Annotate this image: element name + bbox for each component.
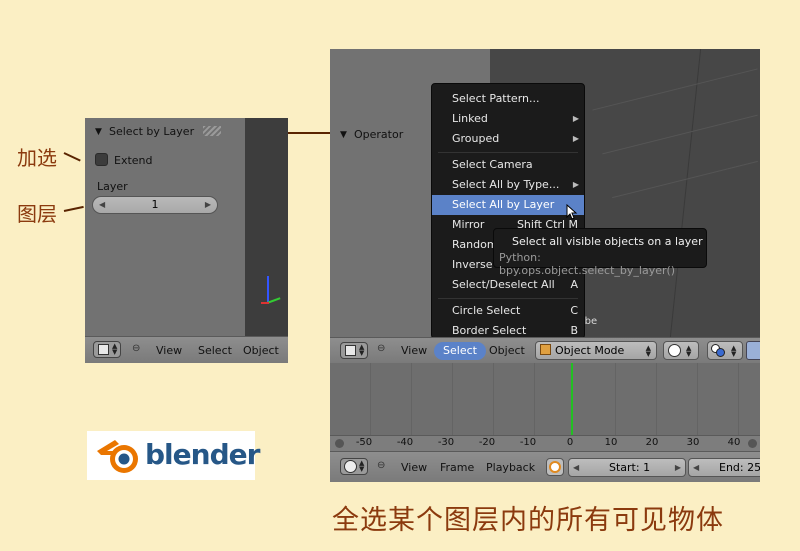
menu-item-select-deselect-all[interactable]: Select/Deselect All A: [432, 275, 584, 295]
drag-handle-icon[interactable]: [203, 126, 221, 136]
annotation-pointer-line: [63, 152, 81, 162]
menu-item-linked[interactable]: Linked ▶: [432, 109, 584, 129]
layer-label: Layer: [97, 180, 128, 193]
sphere-icon: [668, 344, 681, 357]
start-frame-field[interactable]: ◀ Start: 1 ▶: [568, 458, 686, 477]
increment-icon[interactable]: ▶: [205, 197, 211, 213]
menu-frame[interactable]: Frame: [440, 461, 474, 474]
blender-screenshot: (1) Cube ▼ Operator Select Pattern... Li…: [330, 49, 760, 482]
select-menu: Select Pattern... Linked ▶ Grouped ▶ Selec…: [431, 83, 585, 339]
updown-icon: ▲ ▼: [112, 342, 118, 356]
tick-label: 0: [566, 437, 574, 448]
updown-icon: ▲ ▼: [359, 343, 365, 357]
axis-gizmo: [247, 276, 281, 310]
scroll-handle-icon[interactable]: [748, 439, 757, 448]
scroll-handle-icon[interactable]: [335, 439, 344, 448]
pivot-icon: [716, 348, 725, 357]
submenu-arrow-icon: ▶: [572, 114, 579, 123]
end-frame-value: End: 250: [719, 461, 760, 474]
tick-label: -30: [437, 437, 455, 448]
menu-object[interactable]: Object: [243, 344, 279, 357]
panel-title: Select by Layer: [109, 125, 195, 138]
tick-label: 40: [727, 437, 741, 448]
tick-label: 20: [645, 437, 659, 448]
tick-label: 30: [686, 437, 700, 448]
object-mode-icon: [540, 344, 551, 355]
tooltip-python: Python: bpy.ops.object.select_by_layer(): [499, 251, 676, 277]
tick-label: 10: [604, 437, 618, 448]
cube-icon: [98, 344, 109, 355]
menu-select-active[interactable]: Select: [434, 342, 486, 360]
clock-icon: [549, 461, 561, 473]
increment-icon[interactable]: ▶: [675, 459, 681, 476]
menu-view[interactable]: View: [401, 344, 427, 357]
start-frame-value: Start: 1: [609, 461, 651, 474]
decrement-icon[interactable]: ◀: [99, 197, 105, 213]
editor-type-button[interactable]: ▲ ▼: [340, 458, 368, 475]
layer-number-field[interactable]: ◀ 1 ▶: [92, 196, 218, 214]
editor-type-button[interactable]: ▲ ▼: [93, 341, 121, 358]
tick-label: -10: [519, 437, 537, 448]
cube-icon: [345, 345, 356, 356]
timeline-ruler[interactable]: -50 -40 -30 -20 -10 0 10 20 30 40: [330, 435, 760, 451]
updown-icon: ▲ ▼: [645, 344, 651, 358]
extend-label: Extend: [114, 154, 153, 167]
menu-separator: [438, 298, 578, 299]
decrement-icon[interactable]: ◀: [693, 459, 699, 476]
decrement-icon[interactable]: ◀: [573, 459, 579, 476]
menu-item-select-pattern[interactable]: Select Pattern...: [432, 89, 584, 109]
collapse-menu-icon[interactable]: ⊖: [377, 343, 385, 354]
menu-view[interactable]: View: [156, 344, 182, 357]
tick-label: -50: [355, 437, 373, 448]
viewport-shading-button[interactable]: ▲ ▼: [663, 341, 699, 360]
blender-logo: blender: [87, 431, 260, 480]
extend-checkbox[interactable]: [95, 153, 108, 166]
updown-icon: ▲ ▼: [731, 344, 737, 358]
menu-item-select-all-by-type[interactable]: Select All by Type... ▶: [432, 175, 584, 195]
timeline-area[interactable]: [330, 363, 760, 435]
end-frame-field[interactable]: ◀ End: 250: [688, 458, 760, 477]
collapse-menu-icon[interactable]: ⊖: [132, 343, 140, 354]
operator-label: Operator: [354, 128, 404, 141]
tick-label: -20: [478, 437, 496, 448]
annotation-layer: 图层: [17, 202, 57, 226]
menu-separator: [438, 152, 578, 153]
clock-icon: [344, 460, 357, 473]
pivot-point-button[interactable]: ▲ ▼: [707, 341, 743, 360]
menu-view[interactable]: View: [401, 461, 427, 474]
menu-item-grouped[interactable]: Grouped ▶: [432, 129, 584, 149]
submenu-arrow-icon: ▶: [572, 134, 579, 143]
mouse-cursor-icon: [566, 204, 578, 220]
tooltip-description: Select all visible objects on a layer: [512, 235, 703, 248]
editor-type-button[interactable]: ▲ ▼: [340, 342, 368, 359]
tick-label: -40: [396, 437, 414, 448]
menu-item-select-all-by-layer[interactable]: Select All by Layer: [432, 195, 584, 215]
view3d-header: ▲ ▼ ⊖ View Select Object Object Mode ▲ ▼ ▲…: [330, 337, 760, 363]
updown-icon: ▲ ▼: [686, 344, 692, 358]
menu-playback[interactable]: Playback: [486, 461, 535, 474]
manipulator-button[interactable]: [746, 341, 760, 360]
object-mode-dropdown[interactable]: Object Mode ▲ ▼: [535, 341, 657, 360]
menu-object[interactable]: Object: [489, 344, 525, 357]
operator-collapse-icon[interactable]: ▼: [340, 130, 347, 140]
view3d-header: ▲ ▼ ⊖ View Select Object: [85, 336, 288, 363]
timeline-header: ▲ ▼ ⊖ View Frame Playback ◀ Start: 1 ▶ ◀ …: [330, 451, 760, 482]
logo-wordmark: blender: [145, 438, 260, 471]
collapse-menu-icon[interactable]: ⊖: [377, 460, 385, 471]
layer-value: 1: [151, 198, 159, 211]
annotation-add-select: 加选: [17, 146, 57, 170]
preview-range-button[interactable]: [546, 458, 564, 476]
menu-item-circle-select[interactable]: Circle Select C: [432, 301, 584, 321]
submenu-arrow-icon: ▶: [572, 180, 579, 189]
updown-icon: ▲ ▼: [359, 459, 365, 473]
collapse-triangle-icon[interactable]: ▼: [95, 127, 102, 137]
menu-item-select-camera[interactable]: Select Camera: [432, 155, 584, 175]
menu-select[interactable]: Select: [198, 344, 232, 357]
annotation-pointer-line: [63, 205, 84, 212]
tooltip: Select all visible objects on a layer Py…: [493, 228, 707, 277]
mode-label: Object Mode: [555, 344, 625, 357]
blender-logo-icon: [97, 440, 138, 473]
caption: 全选某个图层内的所有可见物体: [332, 505, 724, 536]
operator-panel-zoom: ▼ Select by Layer Extend Layer ◀ 1 ▶ ▲ ▼ …: [85, 118, 288, 363]
